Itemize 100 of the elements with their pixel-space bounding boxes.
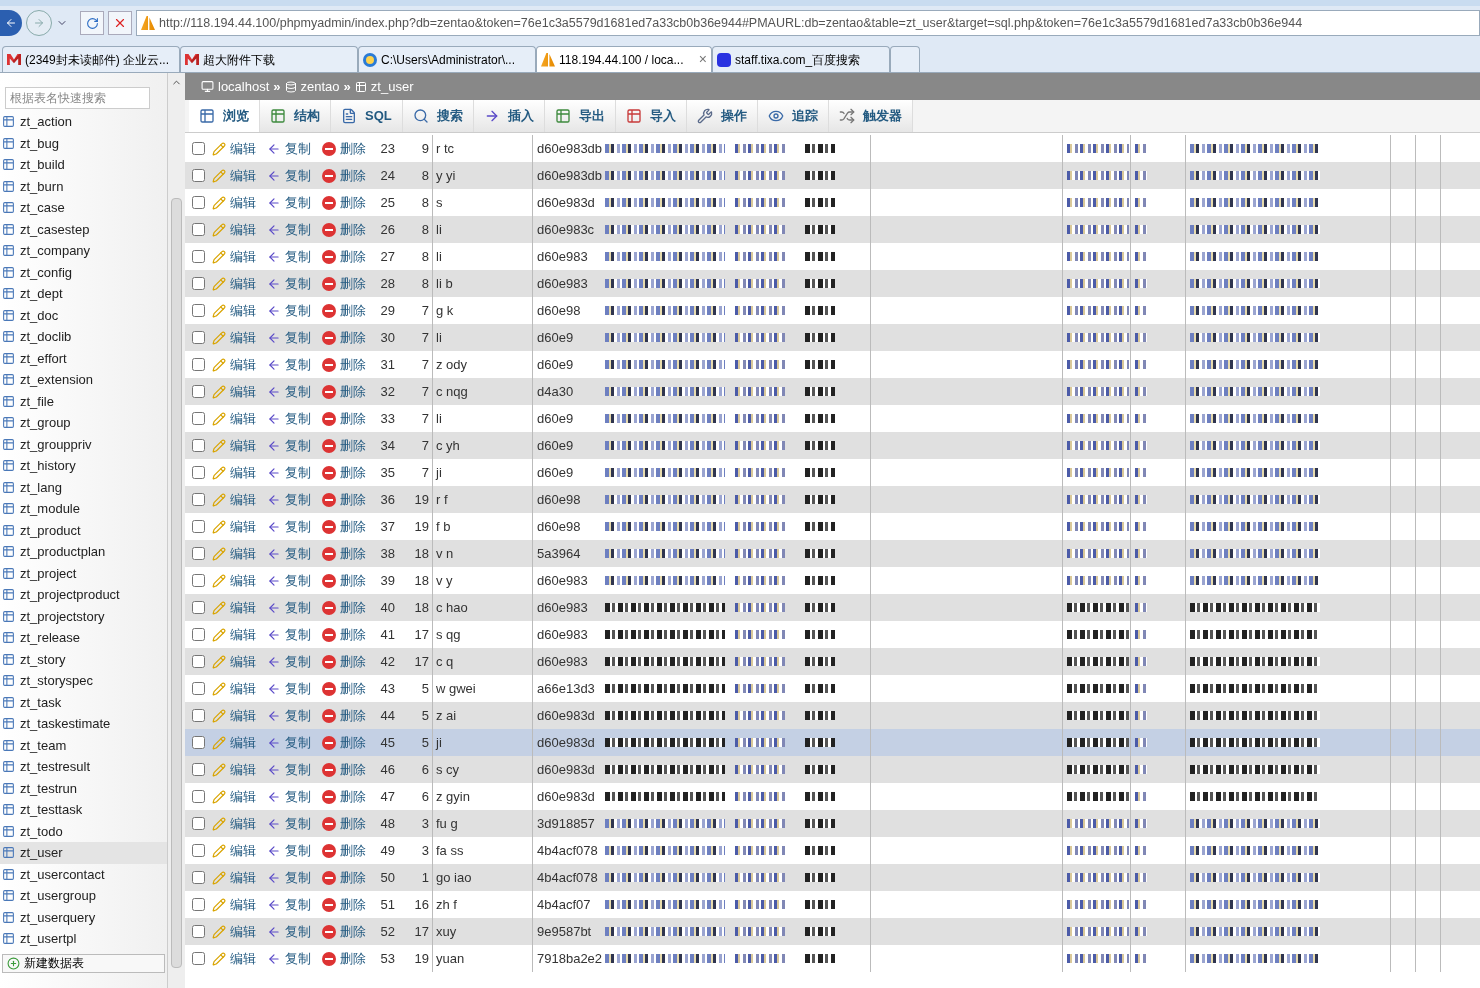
copy-link[interactable]: 复制	[267, 408, 322, 429]
stop-button[interactable]	[108, 11, 132, 35]
sidebar-item[interactable]: zt_projectstory	[0, 605, 167, 627]
row-checkbox[interactable]	[192, 439, 205, 452]
delete-link[interactable]: 删除	[322, 921, 370, 942]
browser-tab[interactable]: staff.tixa.com_百度搜索	[712, 46, 890, 72]
edit-link[interactable]: 编辑	[212, 381, 267, 402]
delete-link[interactable]: 删除	[322, 813, 370, 834]
delete-link[interactable]: 删除	[322, 381, 370, 402]
edit-link[interactable]: 编辑	[212, 948, 267, 969]
copy-link[interactable]: 复制	[267, 813, 322, 834]
sidebar-item[interactable]: zt_company	[0, 240, 167, 262]
table-row[interactable]: 编辑 复制 删除 26 8 li d60e983c	[185, 216, 1480, 243]
delete-link[interactable]: 删除	[322, 624, 370, 645]
row-checkbox[interactable]	[192, 142, 205, 155]
edit-link[interactable]: 编辑	[212, 678, 267, 699]
table-row[interactable]: 编辑 复制 删除 38 18 v n 5a3964	[185, 540, 1480, 567]
sidebar-item[interactable]: zt_effort	[0, 347, 167, 369]
sidebar-item[interactable]: zt_file	[0, 390, 167, 412]
sidebar-item[interactable]: zt_projectproduct	[0, 584, 167, 606]
table-row[interactable]: 编辑 复制 删除 32 7 c nqg d4a30	[185, 378, 1480, 405]
edit-link[interactable]: 编辑	[212, 759, 267, 780]
row-checkbox[interactable]	[192, 520, 205, 533]
sidebar-item[interactable]: zt_usercontact	[0, 863, 167, 885]
table-row[interactable]: 编辑 复制 删除 48 3 fu g 3d918857	[185, 810, 1480, 837]
edit-link[interactable]: 编辑	[212, 624, 267, 645]
row-checkbox[interactable]	[192, 331, 205, 344]
row-checkbox[interactable]	[192, 925, 205, 938]
row-checkbox[interactable]	[192, 385, 205, 398]
sidebar-item[interactable]: zt_testresult	[0, 756, 167, 778]
row-checkbox[interactable]	[192, 736, 205, 749]
delete-link[interactable]: 删除	[322, 138, 370, 159]
edit-link[interactable]: 编辑	[212, 543, 267, 564]
copy-link[interactable]: 复制	[267, 705, 322, 726]
sidebar-item[interactable]: zt_history	[0, 455, 167, 477]
edit-link[interactable]: 编辑	[212, 597, 267, 618]
sidebar-item[interactable]: zt_burn	[0, 175, 167, 197]
table-row[interactable]: 编辑 复制 删除 36 19 r f d60e98	[185, 486, 1480, 513]
toolbar-tab[interactable]: SQL	[331, 100, 403, 132]
sidebar-item[interactable]: zt_action	[0, 111, 167, 133]
edit-link[interactable]: 编辑	[212, 435, 267, 456]
row-checkbox[interactable]	[192, 169, 205, 182]
copy-link[interactable]: 复制	[267, 840, 322, 861]
delete-link[interactable]: 删除	[322, 300, 370, 321]
sidebar-item[interactable]: zt_config	[0, 261, 167, 283]
row-checkbox[interactable]	[192, 682, 205, 695]
table-row[interactable]: 编辑 复制 删除 24 8 y yi d60e983db	[185, 162, 1480, 189]
edit-link[interactable]: 编辑	[212, 327, 267, 348]
delete-link[interactable]: 删除	[322, 732, 370, 753]
copy-link[interactable]: 复制	[267, 786, 322, 807]
delete-link[interactable]: 删除	[322, 408, 370, 429]
row-checkbox[interactable]	[192, 871, 205, 884]
delete-link[interactable]: 删除	[322, 489, 370, 510]
edit-link[interactable]: 编辑	[212, 570, 267, 591]
table-search-field[interactable]: 根据表名快速搜索	[5, 87, 150, 109]
sidebar-item[interactable]: zt_usertpl	[0, 928, 167, 950]
sidebar-item[interactable]: zt_team	[0, 734, 167, 756]
edit-link[interactable]: 编辑	[212, 462, 267, 483]
edit-link[interactable]: 编辑	[212, 921, 267, 942]
delete-link[interactable]: 删除	[322, 786, 370, 807]
breadcrumb-link[interactable]: zentao	[300, 76, 340, 97]
delete-link[interactable]: 删除	[322, 462, 370, 483]
row-checkbox[interactable]	[192, 763, 205, 776]
row-checkbox[interactable]	[192, 412, 205, 425]
row-checkbox[interactable]	[192, 358, 205, 371]
sidebar-item[interactable]: zt_testtask	[0, 799, 167, 821]
row-checkbox[interactable]	[192, 898, 205, 911]
delete-link[interactable]: 删除	[322, 570, 370, 591]
sidebar-item[interactable]: zt_group	[0, 412, 167, 434]
sidebar-item[interactable]: zt_productplan	[0, 541, 167, 563]
sidebar-item[interactable]: zt_release	[0, 627, 167, 649]
toolbar-tab[interactable]: 追踪	[757, 100, 829, 132]
toolbar-tab[interactable]: 导入	[615, 100, 687, 132]
delete-link[interactable]: 删除	[322, 435, 370, 456]
edit-link[interactable]: 编辑	[212, 732, 267, 753]
copy-link[interactable]: 复制	[267, 354, 322, 375]
edit-link[interactable]: 编辑	[212, 651, 267, 672]
sidebar-item[interactable]: zt_grouppriv	[0, 433, 167, 455]
delete-link[interactable]: 删除	[322, 273, 370, 294]
delete-link[interactable]: 删除	[322, 354, 370, 375]
row-checkbox[interactable]	[192, 250, 205, 263]
copy-link[interactable]: 复制	[267, 165, 322, 186]
delete-link[interactable]: 删除	[322, 948, 370, 969]
address-field[interactable]: http://118.194.44.100/phpmyadmin/index.php?db=zentao&token=76e1c3a5579d1681ed7a33cb0b36e944#PMAURL:db=zentao&table=zt_user&target=sql.php&token=76e1c3a5579d1681ed7a33cb0b36e944	[136, 10, 1480, 36]
table-row[interactable]: 编辑 复制 删除 34 7 c yh d60e9	[185, 432, 1480, 459]
sidebar-item[interactable]: zt_doclib	[0, 326, 167, 348]
copy-link[interactable]: 复制	[267, 651, 322, 672]
copy-link[interactable]: 复制	[267, 138, 322, 159]
toolbar-tab[interactable]: 结构	[260, 100, 331, 132]
delete-link[interactable]: 删除	[322, 597, 370, 618]
browser-tab[interactable]: C:\Users\Administrator\...	[358, 46, 536, 72]
table-row[interactable]: 编辑 复制 删除 46 6 s cy d60e983d	[185, 756, 1480, 783]
toolbar-tab[interactable]: 浏览	[189, 100, 260, 132]
sidebar-item[interactable]: zt_user	[0, 842, 167, 864]
row-checkbox[interactable]	[192, 952, 205, 965]
delete-link[interactable]: 删除	[322, 867, 370, 888]
edit-link[interactable]: 编辑	[212, 516, 267, 537]
table-row[interactable]: 编辑 复制 删除 30 7 li d60e9	[185, 324, 1480, 351]
row-checkbox[interactable]	[192, 844, 205, 857]
edit-link[interactable]: 编辑	[212, 408, 267, 429]
